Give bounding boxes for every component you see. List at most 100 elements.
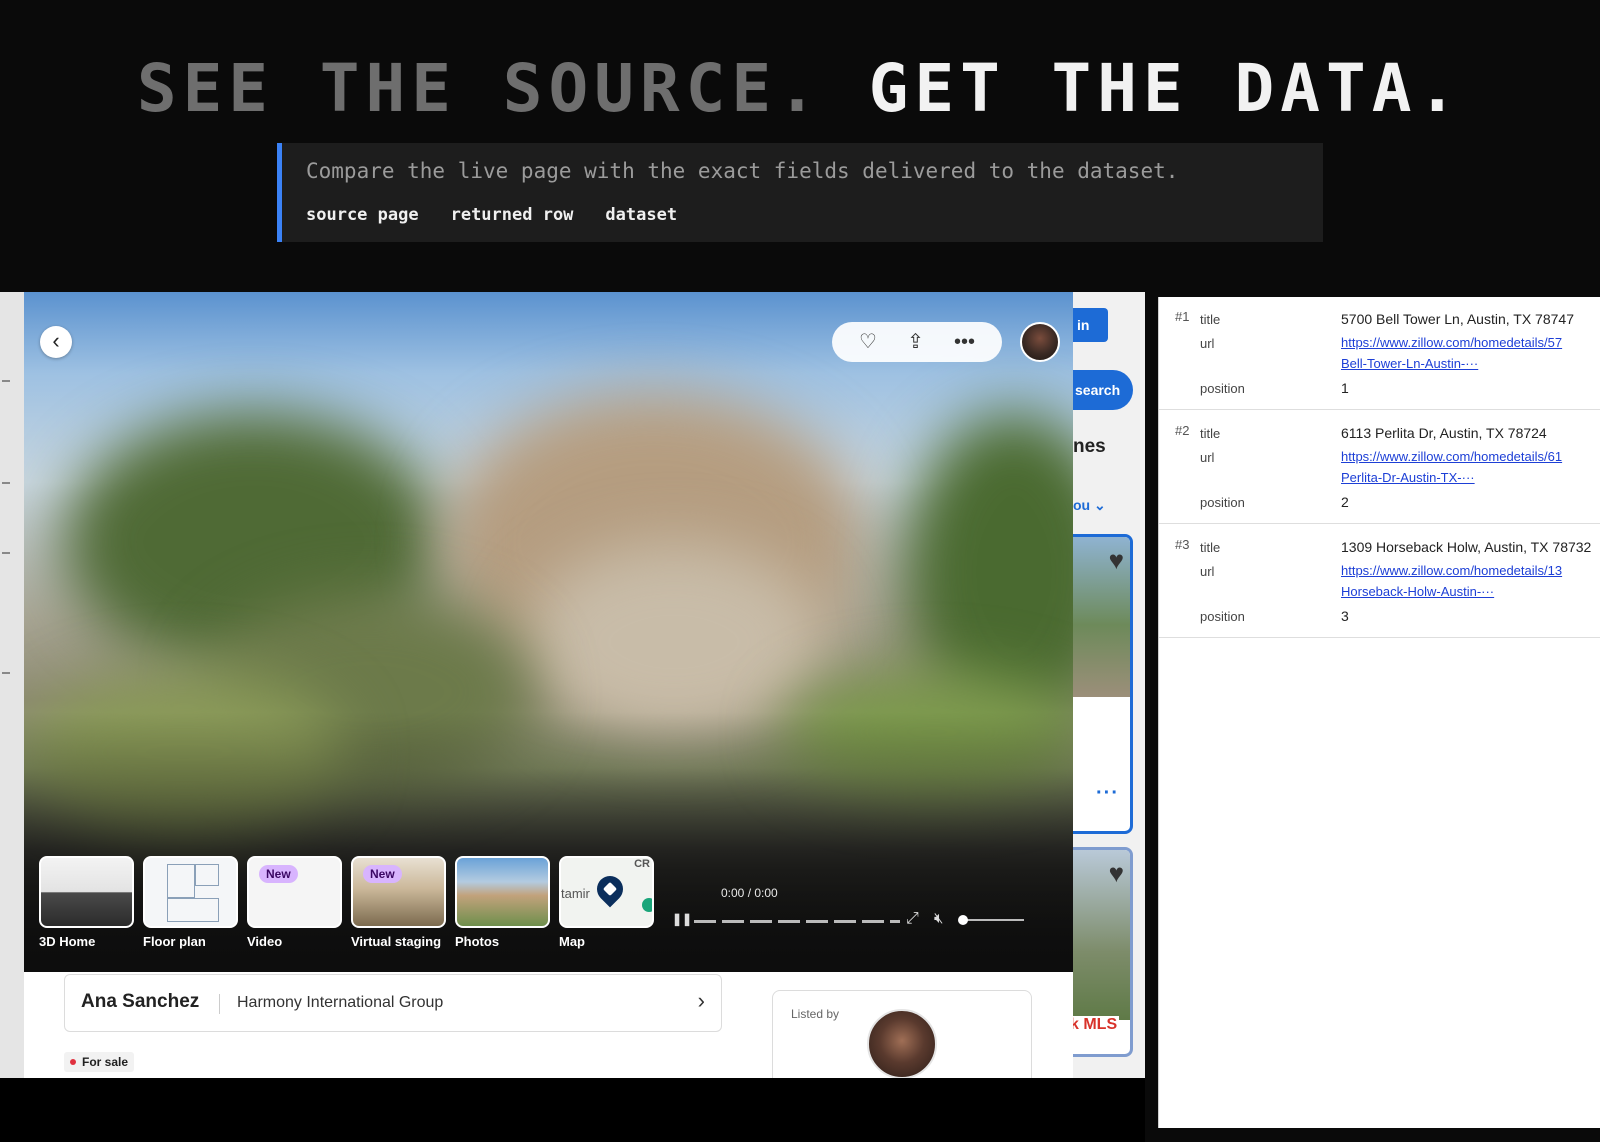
user-avatar[interactable] <box>1020 322 1060 362</box>
media-tab-map[interactable]: tamir CR Map <box>559 856 654 949</box>
thumb-image <box>39 856 134 928</box>
key-position: position <box>1200 381 1245 396</box>
chip-dataset[interactable]: dataset <box>605 205 677 225</box>
agent-avatar[interactable] <box>867 1009 937 1078</box>
mute-icon[interactable]: 🔇︎ <box>934 910 943 927</box>
home-pin-icon <box>591 870 629 908</box>
chevron-down-icon: ⌄ <box>1094 497 1106 513</box>
status-badge: For sale <box>64 1052 135 1072</box>
media-tab-label: Floor plan <box>143 934 206 949</box>
media-tab-label: 3D Home <box>39 934 96 949</box>
media-tabs: 3D Home Floor plan New Video New Virtual… <box>39 856 654 949</box>
map-marker-icon <box>642 898 652 912</box>
value-position: 3 <box>1341 608 1349 624</box>
sign-in-button[interactable]: in <box>1073 308 1108 342</box>
share-icon[interactable]: ⇪ <box>907 322 924 362</box>
thumb-image: tamir CR <box>559 856 654 928</box>
dataset-panel: #1 title 5700 Bell Tower Ln, Austin, TX … <box>1158 297 1600 1128</box>
new-badge: New <box>259 865 298 883</box>
fullscreen-icon[interactable]: ⤢ <box>906 910 919 928</box>
value-title: 5700 Bell Tower Ln, Austin, TX 78747 <box>1341 311 1574 327</box>
source-page-screenshot: in search nes ou ⌄ ♥ ··· ♥ k MLS ‹ ♡ ⇪ •… <box>0 292 1145 1078</box>
value-position: 2 <box>1341 494 1349 510</box>
player-time: 0:00 / 0:00 <box>721 886 778 900</box>
listing-card[interactable]: ♥ k MLS <box>1073 847 1133 1057</box>
chevron-left-icon: ‹ <box>52 328 60 353</box>
headline: SEE THE SOURCE. GET THE DATA. <box>0 50 1600 127</box>
value-url[interactable]: Horseback-Holw-Austin-··· <box>1341 584 1494 599</box>
progress-bar[interactable] <box>694 920 900 923</box>
key-title: title <box>1200 540 1221 555</box>
heart-icon[interactable]: ♥ <box>1109 545 1124 576</box>
key-title: title <box>1200 426 1221 441</box>
media-tab-label: Video <box>247 934 283 949</box>
floor-plan-room <box>195 864 219 886</box>
media-tab-video[interactable]: New Video <box>247 856 342 949</box>
chip-returned-row[interactable]: returned row <box>451 205 574 225</box>
value-url[interactable]: https://www.zillow.com/homedetails/57 <box>1341 335 1562 350</box>
background-results-edge: in search nes ou ⌄ ♥ ··· ♥ k MLS <box>1073 292 1145 1078</box>
map-road-label: tamir <box>561 886 590 901</box>
key-url: url <box>1200 336 1215 351</box>
listed-by-label: Listed by <box>791 1007 840 1021</box>
listing-card[interactable]: ♥ ··· <box>1073 534 1133 834</box>
dataset-row: #1 title 5700 Bell Tower Ln, Austin, TX … <box>1159 297 1600 410</box>
description-text: Compare the live page with the exact fie… <box>306 159 1179 183</box>
listing-modal: ‹ ♡ ⇪ ••• 3D Home Floor plan New Video N… <box>24 292 1073 1078</box>
new-badge: New <box>363 865 402 883</box>
sort-label: ou <box>1073 497 1091 513</box>
description-box: Compare the live page with the exact fie… <box>277 143 1323 242</box>
action-pill: ♡ ⇪ ••• <box>832 322 1002 362</box>
edge-tick <box>2 552 10 554</box>
search-button[interactable]: search <box>1073 370 1133 410</box>
row-index: #2 <box>1175 423 1190 438</box>
chip-source-page[interactable]: source page <box>306 205 419 225</box>
floor-plan-room <box>167 864 195 898</box>
agent-company: Harmony International Group <box>237 994 444 1011</box>
dataset-row: #2 title 6113 Perlita Dr, Austin, TX 787… <box>1159 411 1600 524</box>
headline-dim: SEE THE SOURCE. <box>136 50 823 127</box>
value-title: 6113 Perlita Dr, Austin, TX 78724 <box>1341 425 1547 441</box>
value-position: 1 <box>1341 380 1349 396</box>
video-player-controls: 0:00 / 0:00 ❚❚ ⤢ 🔇︎ <box>672 882 1032 942</box>
agent-bar[interactable]: Ana Sanchez Harmony International Group … <box>64 974 722 1032</box>
pause-icon[interactable]: ❚❚ <box>672 912 692 926</box>
sort-dropdown[interactable]: ou ⌄ <box>1073 497 1106 514</box>
media-tab-label: Photos <box>455 934 500 949</box>
value-url[interactable]: https://www.zillow.com/homedetails/61 <box>1341 449 1562 464</box>
more-icon[interactable]: ··· <box>1096 782 1119 805</box>
volume-knob[interactable] <box>958 915 968 925</box>
volume-slider[interactable] <box>962 919 1024 921</box>
media-tab-floor-plan[interactable]: Floor plan <box>143 856 238 949</box>
row-index: #3 <box>1175 537 1190 552</box>
status-text: For sale <box>82 1055 129 1069</box>
heart-icon[interactable]: ♥ <box>1109 858 1124 889</box>
map-corner-label: CR <box>634 858 650 870</box>
key-url: url <box>1200 564 1215 579</box>
chevron-right-icon: › <box>697 988 705 1013</box>
key-position: position <box>1200 609 1245 624</box>
listed-by-card: Listed by <box>772 990 1032 1078</box>
background-page-edge <box>0 292 24 1078</box>
thumb-image <box>455 856 550 928</box>
key-position: position <box>1200 495 1245 510</box>
divider <box>219 994 220 1014</box>
media-tab-virtual-staging[interactable]: New Virtual staging <box>351 856 446 949</box>
media-tab-photos[interactable]: Photos <box>455 856 550 949</box>
media-tab-3d-home[interactable]: 3D Home <box>39 856 134 949</box>
more-icon[interactable]: ••• <box>954 322 975 362</box>
back-button[interactable]: ‹ <box>40 326 72 358</box>
key-url: url <box>1200 450 1215 465</box>
mls-badge: k MLS <box>1073 1016 1120 1034</box>
value-url[interactable]: https://www.zillow.com/homedetails/13 <box>1341 563 1562 578</box>
edge-tick <box>2 672 10 674</box>
heart-icon[interactable]: ♡ <box>859 322 877 362</box>
thumb-image <box>143 856 238 928</box>
media-tab-label: Virtual staging <box>351 934 442 949</box>
edge-tick <box>2 482 10 484</box>
dataset-row: #3 title 1309 Horseback Holw, Austin, TX… <box>1159 525 1600 638</box>
chip-list: source page returned row dataset <box>306 205 677 225</box>
value-url[interactable]: Perlita-Dr-Austin-TX-··· <box>1341 470 1475 485</box>
media-tab-label: Map <box>559 934 585 949</box>
value-url[interactable]: Bell-Tower-Ln-Austin-··· <box>1341 356 1478 371</box>
